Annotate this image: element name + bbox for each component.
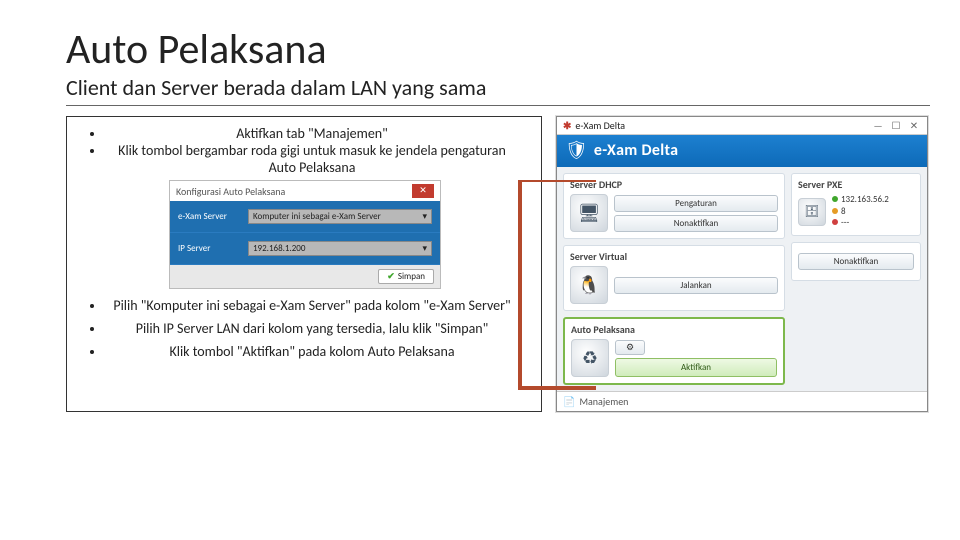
maximize-icon[interactable]: ☐ — [889, 119, 903, 132]
row-label: IP Server — [178, 243, 248, 254]
nonaktifkan-button[interactable]: Nonaktifkan — [614, 215, 778, 232]
gear-button[interactable]: ⚙ — [615, 340, 645, 355]
panel-auto-pelaksana: Auto Pelaksana ♻ ⚙ Aktifkan — [563, 317, 785, 385]
panel-pxe: Server PXE 🗄 132.163.56.2 8 --- — [791, 173, 921, 236]
monitor-icon: 🖥 — [570, 194, 608, 232]
left-panel: Aktifkan tab "Manajemen" Klik tombol ber… — [66, 116, 542, 412]
page-title: Auto Pelaksana — [66, 28, 930, 72]
panel-title: Auto Pelaksana — [571, 323, 777, 336]
app-titlebar: ✱ e-Xam Delta — ☐ ✕ — [557, 117, 927, 135]
app-col-left: Server DHCP 🖥 Pengaturan Nonaktifkan Ser… — [563, 173, 785, 385]
ip-server-select[interactable]: 192.168.1.200 ▾ — [248, 241, 432, 256]
minimize-icon[interactable]: — — [871, 119, 885, 132]
status-dot-green — [832, 196, 838, 202]
right-panel: ✱ e-Xam Delta — ☐ ✕ 🛡 e-Xam Delta Server… — [556, 116, 928, 412]
tab-manajemen[interactable]: Manajemen — [579, 395, 628, 408]
server-icon: 🗄 — [798, 198, 826, 226]
app-col-right: Server PXE 🗄 132.163.56.2 8 --- Nonaktif… — [791, 173, 921, 385]
config-title: Konfigurasi Auto Pelaksana — [176, 185, 285, 198]
config-body: e-Xam Server Komputer ini sebagai e-Xam … — [170, 201, 440, 265]
save-button[interactable]: ✔ Simpan — [378, 269, 434, 284]
panel-title: Server Virtual — [570, 250, 778, 263]
row-label: e-Xam Server — [178, 211, 248, 222]
panel-virtual-right: Nonaktifkan — [791, 242, 921, 281]
chevron-down-icon: ▾ — [422, 211, 427, 222]
instruction-item: Pilih "Komputer ini sebagai e-Xam Server… — [105, 297, 519, 314]
exam-server-select[interactable]: Komputer ini sebagai e-Xam Server ▾ — [248, 209, 432, 224]
close-icon[interactable]: ✕ — [907, 119, 921, 132]
panel-virtual: Server Virtual 🐧 Jalankan — [563, 245, 785, 311]
check-icon: ✔ — [387, 271, 395, 282]
page-subtitle: Client dan Server berada dalam LAN yang … — [66, 74, 930, 106]
instruction-item: Pilih IP Server LAN dari kolom yang ters… — [105, 320, 519, 337]
pengaturan-button[interactable]: Pengaturan — [614, 195, 778, 212]
instructions-bottom: Pilih "Komputer ini sebagai e-Xam Server… — [79, 297, 531, 360]
panel-title: Server DHCP — [570, 178, 778, 191]
penguin-icon: 🐧 — [570, 266, 608, 304]
aktifkan-button[interactable]: Aktifkan — [615, 358, 777, 377]
cycle-icon: ♻ — [571, 339, 609, 377]
chevron-down-icon: ▾ — [422, 243, 427, 254]
app-content: Server DHCP 🖥 Pengaturan Nonaktifkan Ser… — [557, 167, 927, 391]
app-title: e-Xam Delta — [575, 119, 625, 132]
config-window: Konfigurasi Auto Pelaksana ✕ e-Xam Serve… — [169, 180, 441, 289]
tab-icon: 📄 — [563, 395, 575, 408]
config-row-ip: IP Server 192.168.1.200 ▾ — [170, 233, 440, 265]
status-dot-orange — [832, 208, 838, 214]
instruction-item: Klik tombol "Aktifkan" pada kolom Auto P… — [105, 343, 519, 360]
select-value: Komputer ini sebagai e-Xam Server — [253, 211, 381, 222]
config-row-server: e-Xam Server Komputer ini sebagai e-Xam … — [170, 201, 440, 233]
instruction-item: Klik tombol bergambar roda gigi untuk ma… — [105, 142, 519, 176]
app-icon: ✱ — [563, 119, 571, 132]
brand-text: e-Xam Delta — [594, 141, 679, 160]
select-value: 192.168.1.200 — [253, 243, 305, 254]
panel-dhcp: Server DHCP 🖥 Pengaturan Nonaktifkan — [563, 173, 785, 239]
brand-icon: 🛡 — [565, 139, 588, 161]
app-window: ✱ e-Xam Delta — ☐ ✕ 🛡 e-Xam Delta Server… — [556, 116, 928, 412]
jalankan-button[interactable]: Jalankan — [614, 277, 778, 294]
nonaktifkan-button[interactable]: Nonaktifkan — [798, 253, 914, 270]
close-icon[interactable]: ✕ — [412, 184, 434, 198]
gear-icon: ⚙ — [626, 342, 634, 353]
app-footer: 📄 Manajemen — [557, 391, 927, 411]
app-header: 🛡 e-Xam Delta — [557, 135, 927, 167]
panel-title: Server PXE — [798, 178, 914, 191]
save-label: Simpan — [398, 271, 425, 282]
status-dot-red — [832, 219, 838, 225]
instructions-top: Aktifkan tab "Manajemen" Klik tombol ber… — [79, 125, 531, 176]
instruction-item: Aktifkan tab "Manajemen" — [105, 125, 519, 142]
pxe-info: 132.163.56.2 8 --- — [832, 194, 889, 229]
config-footer: ✔ Simpan — [170, 265, 440, 288]
config-titlebar: Konfigurasi Auto Pelaksana ✕ — [170, 181, 440, 201]
content-columns: Aktifkan tab "Manajemen" Klik tombol ber… — [66, 116, 930, 412]
